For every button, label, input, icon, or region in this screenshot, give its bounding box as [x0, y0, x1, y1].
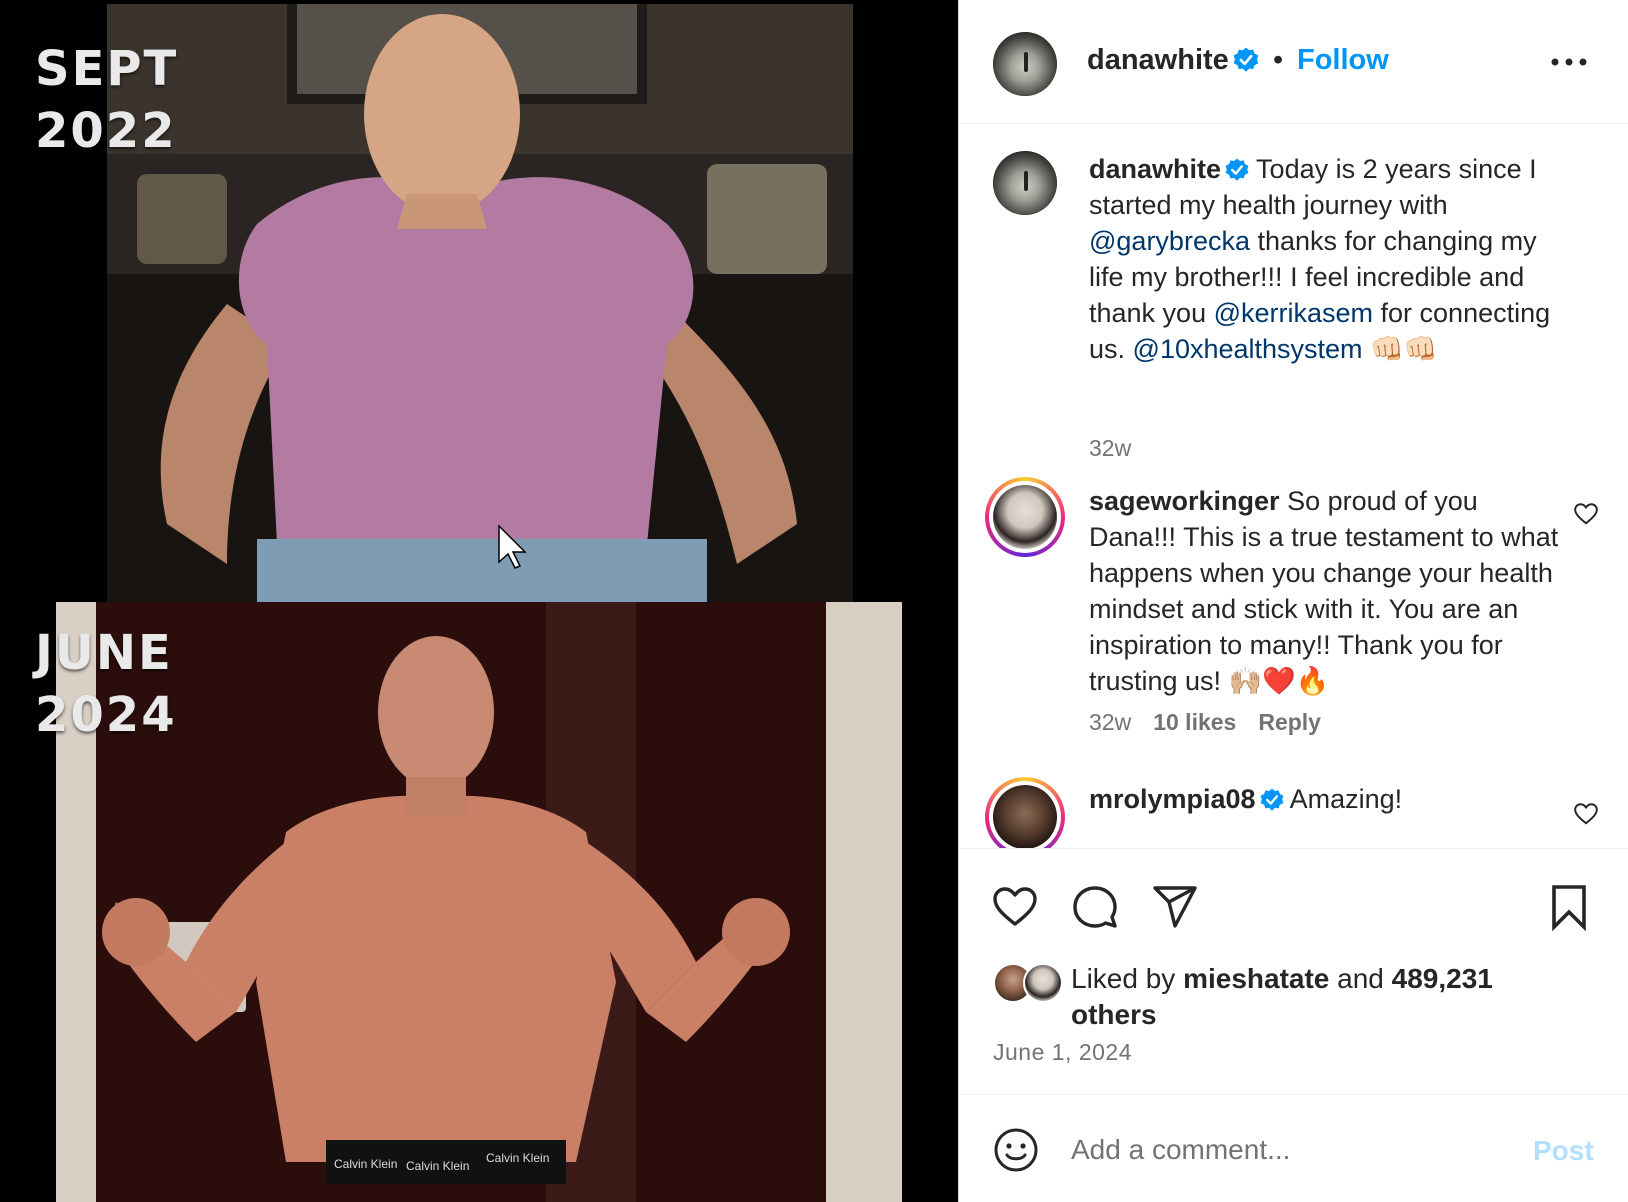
caption-username[interactable]: danawhite: [1089, 154, 1221, 184]
mention-link[interactable]: @10xhealthsystem: [1133, 334, 1363, 364]
caption-time[interactable]: 32w: [1089, 435, 1131, 461]
verified-badge-icon: [1225, 158, 1249, 181]
waistband-text-2: Calvin Klein: [406, 1159, 469, 1173]
comment-meta: 32w 10 likes Reply: [1089, 709, 1343, 736]
before-photo: [107, 4, 853, 602]
heart-icon[interactable]: [991, 883, 1039, 931]
author-username[interactable]: danawhite: [1087, 44, 1259, 77]
commenter-avatar[interactable]: [985, 777, 1065, 848]
commenter-avatar[interactable]: [985, 477, 1065, 557]
more-options-icon[interactable]: [1547, 40, 1591, 84]
verified-badge-icon: [1233, 47, 1259, 72]
liker-avatar[interactable]: [1023, 963, 1063, 1003]
follow-button[interactable]: Follow: [1297, 44, 1389, 77]
after-year: 2024: [35, 687, 177, 743]
liked-prefix: Liked by: [1071, 963, 1184, 994]
comment-like-heart-icon[interactable]: [1573, 801, 1599, 827]
after-photo: Calvin Klein Calvin Klein Calvin Klein: [56, 602, 902, 1202]
post-panel: danawhite • Follow danawhite Today is 2 …: [958, 0, 1628, 1202]
commenter-username[interactable]: mrolympia08: [1089, 784, 1256, 814]
post-comment-button[interactable]: Post: [1533, 1135, 1594, 1167]
comment-body: Amazing!: [1289, 784, 1403, 814]
comment-input[interactable]: [1071, 1125, 1491, 1175]
post-date[interactable]: June 1, 2024: [993, 1039, 1132, 1066]
caption-emoji: 👊🏻👊🏻: [1362, 334, 1438, 364]
before-year: 2022: [35, 103, 177, 159]
author-username-text[interactable]: danawhite: [1087, 44, 1229, 76]
after-month: JUNE: [35, 625, 173, 681]
mention-link[interactable]: @kerrikasem: [1214, 298, 1373, 328]
caption-meta: 32w: [1089, 435, 1153, 462]
commenter-username[interactable]: sageworkinger: [1089, 486, 1280, 516]
after-date-label: JUNE 2024: [35, 622, 177, 746]
comment-likes[interactable]: 10 likes: [1153, 709, 1236, 735]
comment-like-heart-icon[interactable]: [1573, 501, 1599, 527]
add-comment-bar: Post: [959, 1094, 1628, 1202]
liked-user-link[interactable]: mieshatate: [1183, 963, 1329, 994]
before-date-label: SEPT 2022: [35, 38, 178, 162]
emoji-icon[interactable]: [993, 1127, 1039, 1173]
waistband-text: Calvin Klein: [334, 1157, 397, 1171]
before-month: SEPT: [35, 41, 179, 97]
comments-section[interactable]: danawhite Today is 2 years since I start…: [959, 125, 1628, 848]
verified-badge-icon: [1260, 788, 1283, 811]
liked-middle: and: [1329, 963, 1392, 994]
mention-link[interactable]: @garybrecka: [1089, 226, 1250, 256]
post-header: danawhite • Follow: [959, 0, 1628, 124]
caption-text: danawhite Today is 2 years since I start…: [1089, 151, 1559, 367]
caption-avatar[interactable]: [993, 151, 1057, 215]
post-actions: Liked by mieshatate and 489,231 others J…: [959, 848, 1628, 1094]
comment-time[interactable]: 32w: [1089, 709, 1131, 735]
header-separator: •: [1273, 44, 1284, 76]
liked-by-text: Liked by mieshatate and 489,231 others: [1071, 961, 1571, 1033]
comment-body: So proud of you Dana!!! This is a true t…: [1089, 486, 1559, 696]
send-icon[interactable]: [1151, 883, 1199, 931]
author-avatar[interactable]: [993, 32, 1057, 96]
bookmark-icon[interactable]: [1545, 883, 1593, 931]
comment-text: mrolympia08 Amazing!: [1089, 781, 1569, 817]
liked-by-avatars[interactable]: [993, 963, 1067, 1003]
comment-text: sageworkinger So proud of you Dana!!! Th…: [1089, 483, 1569, 699]
waistband-text-3: Calvin Klein: [486, 1151, 549, 1165]
reply-button[interactable]: Reply: [1258, 709, 1321, 735]
post-media[interactable]: Calvin Klein Calvin Klein Calvin Klein S…: [0, 0, 958, 1202]
comment-icon[interactable]: [1071, 883, 1119, 931]
